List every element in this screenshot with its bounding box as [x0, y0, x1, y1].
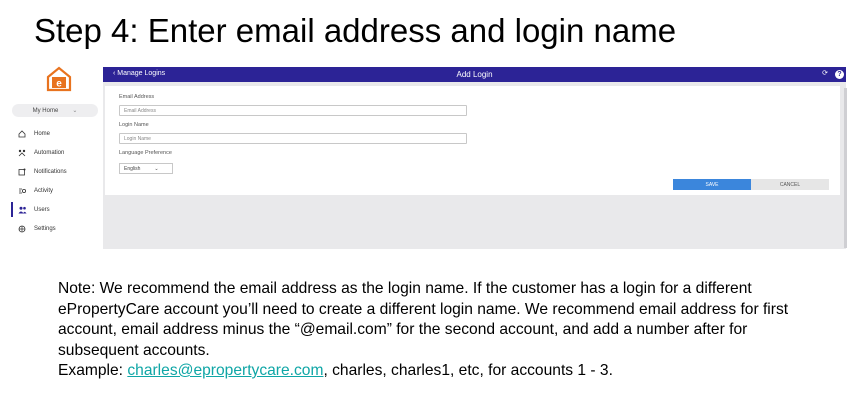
- app-header: ‹ Manage Logins Add Login ⟳ ?: [103, 67, 846, 82]
- cancel-button[interactable]: CANCEL: [751, 179, 829, 190]
- sidebar-item-label: Settings: [34, 225, 56, 232]
- main-panel: ‹ Manage Logins Add Login ⟳ ? Email Addr…: [103, 67, 846, 249]
- note-text: Note: We recommend the email address as …: [58, 279, 818, 382]
- sidebar-item-label: Notifications: [34, 168, 67, 175]
- page-title: Add Login: [456, 70, 493, 79]
- home-selector-label: My Home: [32, 107, 59, 114]
- users-icon: [16, 206, 28, 214]
- sidebar-item-settings[interactable]: Settings: [12, 219, 98, 238]
- example-prefix: Example:: [58, 362, 128, 379]
- settings-icon: [16, 225, 28, 233]
- login-name-field[interactable]: [119, 133, 467, 144]
- example-suffix: , charles, charles1, etc, for accounts 1…: [323, 362, 613, 379]
- example-email-link[interactable]: charles@epropertycare.com: [127, 362, 323, 379]
- activity-icon: [16, 187, 28, 195]
- automation-icon: [16, 149, 28, 157]
- save-button[interactable]: SAVE: [673, 179, 751, 190]
- home-icon: [16, 129, 28, 138]
- chevron-down-icon: ⌄: [72, 108, 78, 114]
- epropertycare-logo-icon: e: [46, 66, 72, 92]
- sidebar-item-users[interactable]: Users: [11, 200, 98, 219]
- sidebar-item-automation[interactable]: Automation: [12, 143, 98, 162]
- refresh-icon[interactable]: ⟳: [822, 69, 828, 77]
- sidebar-item-home[interactable]: Home: [12, 124, 98, 143]
- help-icon[interactable]: ?: [835, 70, 844, 79]
- language-preference-label: Language Preference: [119, 150, 172, 156]
- slide-title: Step 4: Enter email address and login na…: [34, 12, 677, 49]
- login-name-label: Login Name: [119, 122, 149, 128]
- sidebar-item-notifications[interactable]: Notifications: [12, 162, 98, 181]
- svg-text:e: e: [56, 79, 62, 90]
- sidebar-item-label: Automation: [34, 149, 65, 156]
- sidebar-item-label: Activity: [34, 187, 54, 194]
- sidebar-item-label: Users: [34, 206, 50, 213]
- note-paragraph: Note: We recommend the email address as …: [58, 280, 789, 359]
- sidebar-item-activity[interactable]: Activity: [12, 181, 98, 200]
- language-select[interactable]: English ⌄: [119, 163, 173, 174]
- home-selector[interactable]: My Home ⌄: [12, 104, 98, 117]
- notifications-icon: [16, 168, 28, 176]
- scrollbar[interactable]: [844, 88, 847, 248]
- email-field[interactable]: [119, 105, 467, 116]
- email-label: Email Address: [119, 94, 155, 100]
- language-select-value: English: [124, 165, 141, 172]
- chevron-down-icon: ⌄: [154, 165, 159, 172]
- sidebar-item-label: Home: [34, 130, 51, 137]
- example-line: Example: charles@epropertycare.com, char…: [58, 361, 818, 382]
- add-login-form: Email Address Login Name Language Prefer…: [105, 86, 840, 195]
- sidebar-nav: Home Automation Notifications Activity U…: [11, 124, 98, 238]
